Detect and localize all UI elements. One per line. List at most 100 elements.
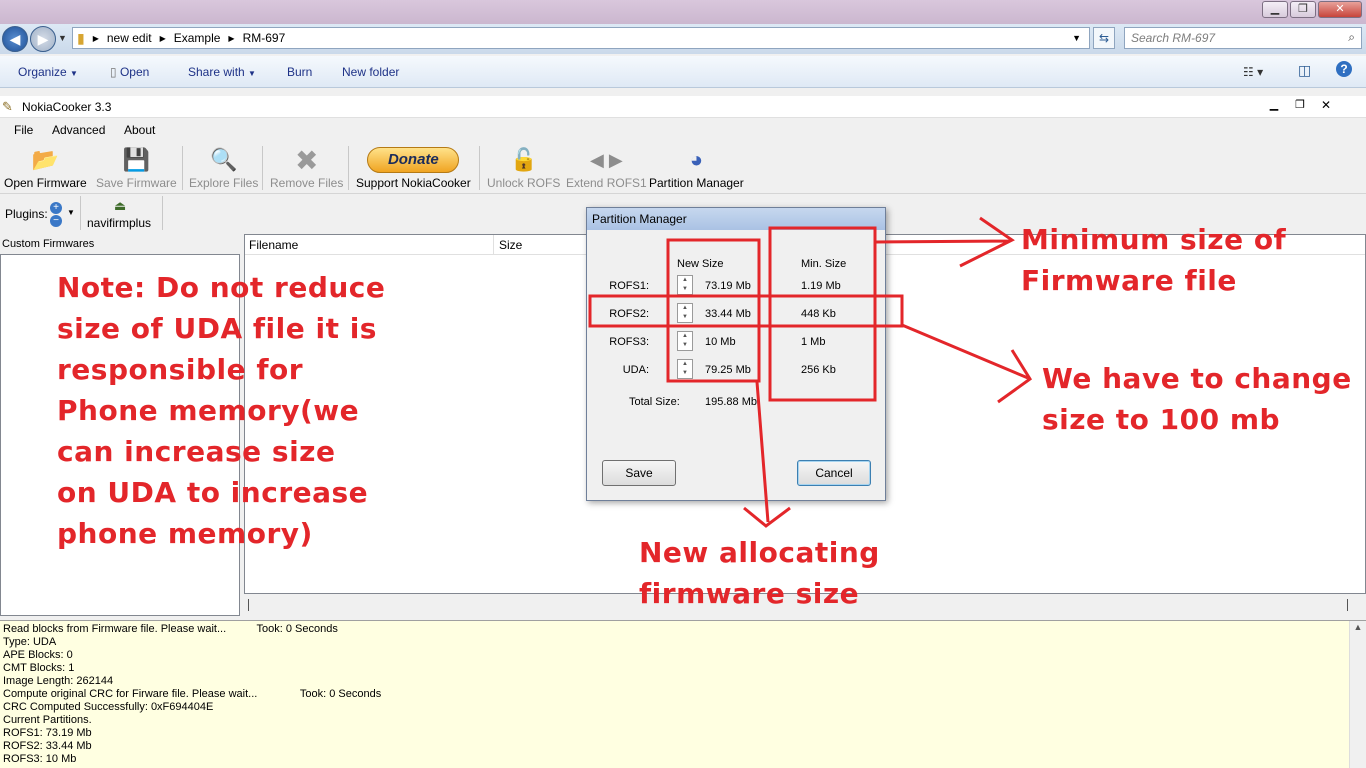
support-nokiacooker-button[interactable]: Donate Support NokiaCooker (356, 144, 471, 190)
folder-icon: ▮ (77, 29, 85, 46)
annotation-line: New allocating (639, 536, 880, 569)
size-stepper[interactable]: ▲ ▼ (677, 359, 693, 379)
organize-label: Organize (18, 65, 67, 79)
partition-manager-label: Partition Manager (649, 176, 744, 190)
breadcrumb-new-edit[interactable]: new edit (107, 31, 152, 45)
donate-button[interactable]: Donate (367, 147, 460, 173)
log-scrollbar[interactable]: ▲ (1349, 621, 1366, 768)
back-arrow-icon: ◀ (9, 31, 21, 47)
open-label: Open (119, 65, 150, 79)
new-size-value[interactable]: 79.25 Mb (705, 364, 751, 376)
new-size-value[interactable]: 10 Mb (705, 336, 736, 348)
add-plugin-icon[interactable]: + (50, 202, 62, 214)
share-with-menu[interactable]: Share with ▼ (188, 65, 256, 79)
log-output[interactable]: Read blocks from Firmware file. Please w… (0, 620, 1366, 768)
new-size-header: New Size (677, 258, 724, 270)
partition-manager-button[interactable]: ◕ Partition Manager (649, 144, 744, 190)
new-size-value[interactable]: 33.44 Mb (705, 308, 751, 320)
partition-row-uda: UDA: ▲ ▼ 79.25 Mb 256 Kb (587, 359, 885, 381)
explorer-command-bar: Organize ▼ ▯ Open Share with ▼ Burn New … (0, 56, 1366, 88)
note-line: phone memory) (57, 517, 313, 550)
new-folder-command[interactable]: New folder (342, 65, 399, 79)
breadcrumb-example[interactable]: Example (174, 31, 221, 45)
remove-plugin-icon[interactable]: − (50, 215, 62, 227)
log-line: Image Length: 262144 (3, 675, 114, 687)
plugins-dropdown-icon[interactable]: ▼ (67, 208, 75, 217)
cancel-button[interactable]: Cancel (797, 460, 871, 486)
refresh-icon: ⇆ (1098, 31, 1110, 45)
explorer-navigation-bar: ◀ ▶ ▼ ▮ ▶ new edit ▶ Example ▶ RM-697 ▼ … (0, 24, 1366, 54)
column-size[interactable]: Size (499, 238, 522, 252)
extend-arrows-icon: ◀ ▶ (590, 149, 623, 170)
breadcrumb-rm-697[interactable]: RM-697 (243, 31, 286, 45)
breadcrumb-separator-icon: ▶ (92, 33, 99, 43)
log-line: ROFS3: 10 Mb (3, 753, 77, 765)
back-button[interactable]: ◀ (2, 26, 28, 52)
log-line: APE Blocks: 0 (3, 649, 73, 661)
scroll-up-icon[interactable]: ▲ (1354, 622, 1363, 632)
min-size-value: 448 Kb (801, 308, 836, 320)
log-line: CMT Blocks: 1 (3, 662, 75, 674)
partition-manager-dialog: Partition Manager New Size Min. Size ROF… (586, 207, 886, 501)
open-firmware-label: Open Firmware (4, 176, 87, 190)
open-command[interactable]: ▯ Open (110, 65, 149, 79)
forward-button[interactable]: ▶ (30, 26, 56, 52)
remove-files-button[interactable]: ✖ Remove Files (270, 144, 343, 191)
burn-command[interactable]: Burn (287, 65, 312, 79)
explore-files-button[interactable]: 🔍 Explore Files (189, 144, 258, 190)
save-firmware-label: Save Firmware (96, 176, 177, 190)
menu-about[interactable]: About (124, 123, 155, 137)
recent-pages-dropdown[interactable]: ▼ (58, 33, 67, 43)
refresh-button[interactable]: ⇆ (1093, 27, 1115, 49)
column-filename[interactable]: Filename (249, 238, 298, 252)
forward-arrow-icon: ▶ (37, 31, 49, 47)
extend-rofs1-button[interactable]: ◀ ▶ Extend ROFS1 (566, 144, 647, 191)
preview-pane-icon[interactable]: ◫ (1298, 62, 1311, 79)
plugins-separator (162, 196, 163, 230)
help-icon[interactable]: ? (1336, 61, 1352, 77)
app-maximize-button[interactable]: ❐ (1288, 98, 1312, 112)
custom-firmwares-label: Custom Firmwares (2, 238, 95, 250)
pie-chart-icon: ◕ (689, 147, 703, 172)
dialog-title: Partition Manager (587, 208, 885, 230)
save-firmware-button[interactable]: 💾 Save Firmware (96, 144, 177, 190)
search-icon: ⌕ (1348, 30, 1355, 44)
menu-bar: File Advanced About (0, 118, 1366, 142)
log-line: Compute original CRC for Firware file. P… (3, 688, 382, 700)
new-allocating-annotation: New allocating firmware size (639, 532, 880, 614)
remove-x-icon: ✖ (294, 144, 319, 176)
note-line: responsible for (57, 353, 304, 386)
address-bar[interactable]: ▮ ▶ new edit ▶ Example ▶ RM-697 ▼ (72, 27, 1090, 49)
view-options-icon[interactable]: ☷ ▾ (1243, 65, 1263, 79)
app-minimize-button[interactable]: ▁ (1262, 98, 1286, 112)
menu-advanced[interactable]: Advanced (52, 123, 105, 137)
address-dropdown-icon[interactable]: ▼ (1072, 33, 1081, 43)
maximize-button[interactable]: ❐ (1290, 1, 1316, 18)
search-input[interactable]: Search RM-697 ⌕ (1124, 27, 1362, 49)
save-button[interactable]: Save (602, 460, 676, 486)
note-line: size of UDA file it is (57, 312, 377, 345)
breadcrumb-separator-icon: ▶ (159, 33, 166, 43)
note-line: on UDA to increase (57, 476, 369, 509)
menu-file[interactable]: File (14, 123, 33, 137)
log-line: Current Partitions. (3, 714, 92, 726)
min-size-annotation: Minimum size of Firmware file (1021, 219, 1286, 301)
plugin-icon: ⏏ (114, 198, 127, 213)
size-stepper[interactable]: ▲ ▼ (677, 331, 693, 351)
unlock-rofs-button[interactable]: 🔓 Unlock ROFS (487, 144, 560, 190)
app-window-controls: ▁ ❐ ✕ (1262, 98, 1338, 112)
new-size-value[interactable]: 73.19 Mb (705, 280, 751, 292)
app-close-button[interactable]: ✕ (1314, 98, 1338, 112)
annotation-line: We have to change (1042, 362, 1352, 395)
minimize-button[interactable]: ▁ (1262, 1, 1288, 18)
plugin-navifirmplus[interactable]: navifirmplus (87, 216, 151, 230)
open-firmware-button[interactable]: 📂 Open Firmware (4, 144, 87, 190)
min-size-value: 256 Kb (801, 364, 836, 376)
organize-menu[interactable]: Organize ▼ (18, 65, 78, 79)
size-stepper[interactable]: ▲ ▼ (677, 275, 693, 295)
size-stepper[interactable]: ▲ ▼ (677, 303, 693, 323)
partition-label: UDA: (622, 364, 649, 376)
search-placeholder: Search RM-697 (1131, 31, 1216, 45)
breadcrumb-separator-icon: ▶ (228, 33, 235, 43)
close-button[interactable]: ✕ (1318, 1, 1362, 18)
